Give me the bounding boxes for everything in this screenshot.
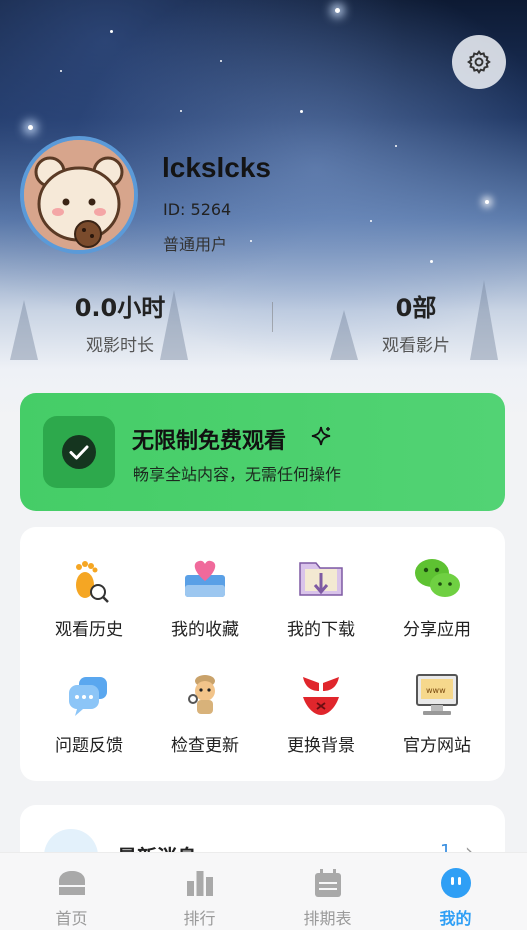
heart-box-icon (185, 560, 225, 597)
grid-label: 我的收藏 (171, 620, 239, 640)
tab-schedule[interactable]: 排期表 (262, 853, 393, 930)
user-type-label: 普通用户 (163, 235, 228, 254)
grid-label: 官方网站 (403, 736, 471, 756)
computer-www-icon: www (416, 674, 458, 715)
check-badge (43, 416, 115, 488)
feature-grid: 观看历史 我的收藏 我的下载 分享应用 问题反馈 检查更新 更换背景 www 官… (20, 527, 505, 781)
avatar[interactable] (20, 136, 138, 254)
grid-label: 检查更新 (171, 736, 239, 756)
footprints-icon (76, 561, 109, 603)
gear-icon (467, 50, 491, 75)
free-watch-banner[interactable]: 无限制免费观看 畅享全站内容，无需任何操作 (20, 393, 505, 511)
bikini-icon (303, 677, 339, 715)
grid-label: 我的下载 (287, 620, 355, 640)
grid-item-favorites[interactable]: 我的收藏 (147, 555, 263, 655)
grid-item-history[interactable]: 观看历史 (31, 555, 147, 655)
grid-item-downloads[interactable]: 我的下载 (263, 555, 379, 655)
wechat-icon (415, 559, 460, 597)
download-folder-icon (299, 562, 343, 596)
grid-label: 更换背景 (287, 736, 355, 756)
explorer-dog-icon (188, 675, 215, 714)
bear-avatar-icon (24, 140, 134, 250)
grid-label: 问题反馈 (55, 736, 123, 756)
grid-label: 观看历史 (55, 620, 123, 640)
grid-item-share[interactable]: 分享应用 (379, 555, 495, 655)
bar-chart-icon (186, 871, 213, 896)
bottom-tab-bar: 首页 排行 排期表 我的 (0, 852, 527, 930)
watched-count-value: 0部 (395, 294, 437, 322)
username: lckslcks (162, 152, 271, 183)
user-id: ID: 5264 (163, 200, 232, 219)
check-circle-icon (62, 435, 96, 469)
watch-time-label: 观影时长 (86, 336, 154, 356)
tab-label: 我的 (439, 909, 472, 928)
grid-item-website[interactable]: www 官方网站 (379, 671, 495, 771)
tab-label: 首页 (55, 909, 88, 928)
calendar-icon (314, 869, 341, 897)
watched-count-label: 观看影片 (382, 336, 450, 356)
tab-home[interactable]: 首页 (6, 853, 137, 930)
profile-face-icon (440, 868, 471, 898)
settings-button[interactable] (452, 35, 506, 89)
home-icon (58, 871, 85, 895)
stats-divider (272, 302, 273, 332)
tab-mine[interactable]: 我的 (390, 853, 521, 930)
grid-item-background[interactable]: 更换背景 (263, 671, 379, 771)
chat-bubble-icon (69, 677, 107, 716)
tab-ranking[interactable]: 排行 (134, 853, 265, 930)
watch-time-value: 0.0小时 (74, 294, 166, 322)
tab-label: 排行 (183, 909, 216, 928)
svg-text:www: www (426, 686, 446, 695)
promo-subtitle: 畅享全站内容，无需任何操作 (133, 465, 342, 484)
sparkle-icon (311, 426, 331, 446)
grid-item-feedback[interactable]: 问题反馈 (31, 671, 147, 771)
tab-label: 排期表 (303, 909, 352, 928)
grid-item-update[interactable]: 检查更新 (147, 671, 263, 771)
promo-title: 无限制免费观看 (132, 429, 287, 454)
grid-label: 分享应用 (403, 620, 471, 640)
